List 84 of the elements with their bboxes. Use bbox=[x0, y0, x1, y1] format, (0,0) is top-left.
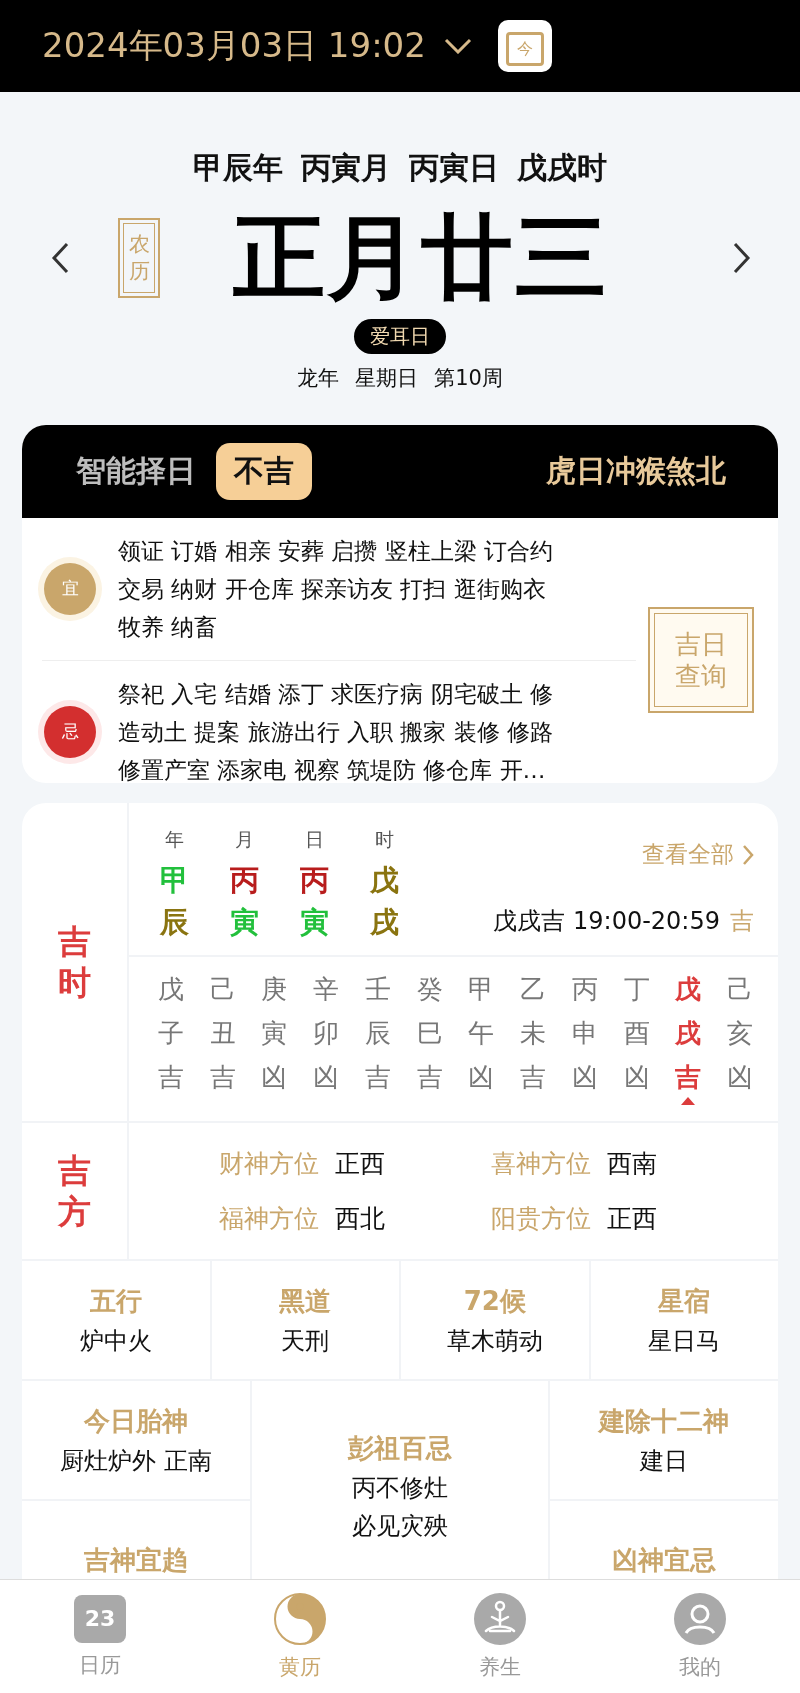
date-time-selector[interactable]: 2024年03月03日 19:02 bbox=[42, 23, 426, 69]
detail-title: 凶神宜忌 bbox=[612, 1543, 717, 1577]
direction-value: 西北 bbox=[335, 1203, 385, 1236]
pillar-label: 月 bbox=[234, 827, 254, 853]
pillar-branch: 戌 bbox=[369, 904, 399, 942]
ganzhi-text: 戊戌时 bbox=[517, 149, 607, 187]
section-label: 吉方 bbox=[58, 1150, 91, 1233]
detail-title: 建除十二神 bbox=[599, 1404, 730, 1438]
current-hour-text: 戊戌吉 19:00-20:59 bbox=[493, 906, 720, 938]
view-all-link[interactable]: 查看全部 bbox=[642, 839, 754, 871]
date-info: 第10周 bbox=[434, 365, 503, 392]
detail-title: 五行 bbox=[89, 1284, 142, 1318]
direction-label: 阳贵方位 bbox=[491, 1203, 591, 1236]
detail-title: 彭祖百忌 bbox=[348, 1432, 452, 1466]
lunar-label: 农历 bbox=[118, 218, 160, 298]
current-hour-luck: 吉 bbox=[730, 906, 754, 938]
pillar-branch: 辰 bbox=[159, 904, 189, 942]
direction-label: 喜神方位 bbox=[491, 1148, 591, 1181]
tab[interactable]: 黄历 bbox=[200, 1580, 400, 1693]
detail-value: 草木萌动 bbox=[446, 1325, 543, 1357]
section-label: 吉时 bbox=[58, 921, 91, 1004]
date-info: 星期日 bbox=[355, 365, 419, 392]
festival-badge: 爱耳日 bbox=[354, 319, 446, 354]
detail-value: 炉中火 bbox=[79, 1325, 152, 1357]
chevron-left-icon bbox=[51, 242, 69, 274]
date-info: 龙年 bbox=[297, 365, 340, 392]
ganzhi-text: 丙寅月 bbox=[301, 149, 391, 187]
pillar-stem: 丙 bbox=[299, 862, 329, 900]
chevron-down-icon[interactable] bbox=[443, 38, 472, 54]
direction-value: 西南 bbox=[607, 1148, 657, 1181]
pillar-branch: 寅 bbox=[299, 904, 329, 942]
detail-title: 吉神宜趋 bbox=[83, 1543, 188, 1577]
direction-value: 正西 bbox=[607, 1203, 657, 1236]
hour-column[interactable]: 乙 未 吉 bbox=[507, 967, 559, 1106]
hour-column[interactable]: 丙 申 凶 bbox=[559, 967, 611, 1106]
hour-column[interactable]: 辛 卯 凶 bbox=[300, 967, 352, 1106]
profile-icon bbox=[674, 1592, 726, 1645]
direction-value: 正西 bbox=[335, 1148, 385, 1181]
calendar-icon: 23 bbox=[74, 1594, 126, 1643]
pillar-label: 日 bbox=[304, 827, 324, 853]
tab[interactable]: 23 日历 bbox=[0, 1580, 200, 1693]
detail-value: 天刑 bbox=[281, 1325, 330, 1357]
meditation-icon bbox=[474, 1592, 526, 1645]
hour-column[interactable]: 丁 酉 凶 bbox=[610, 967, 663, 1106]
pillar-label: 时 bbox=[374, 827, 394, 853]
detail-title: 72候 bbox=[463, 1284, 526, 1318]
clash-text: 虎日冲猴煞北 bbox=[546, 451, 726, 490]
detail-title: 黑道 bbox=[279, 1284, 332, 1318]
pillar-stem: 甲 bbox=[159, 862, 189, 900]
hour-column[interactable]: 戊 子 吉 bbox=[145, 967, 197, 1106]
yin-yang-icon bbox=[274, 1592, 326, 1645]
tab[interactable]: 养生 bbox=[400, 1580, 600, 1693]
detail-value: 建日 bbox=[640, 1445, 689, 1477]
hour-column[interactable]: 己 丑 吉 bbox=[196, 967, 249, 1106]
ganzhi-text: 甲辰年 bbox=[193, 149, 283, 187]
direction-label: 福神方位 bbox=[219, 1203, 319, 1236]
hour-column[interactable]: 己 亥 凶 bbox=[714, 967, 766, 1106]
pillar-label: 年 bbox=[164, 827, 184, 853]
hour-column[interactable]: 癸 巳 吉 bbox=[403, 967, 456, 1106]
pillar-stem: 丙 bbox=[229, 862, 259, 900]
detail-value: 丙不修灶 bbox=[352, 1473, 448, 1505]
pillar-branch: 寅 bbox=[229, 904, 259, 942]
ganzhi-text: 丙寅日 bbox=[409, 149, 499, 187]
hour-column[interactable]: 庚 寅 凶 bbox=[248, 967, 301, 1106]
lunar-date: 正月廿三 bbox=[232, 203, 610, 313]
almanac-activities: 领证 订婚 相亲 安葬 启攒 竖柱上梁 订合约 交易 纳财 开仓库 探亲访友 打扫 逛街购衣 牧养 纳畜 bbox=[118, 536, 553, 642]
detail-value: 必见灾殃 bbox=[352, 1511, 448, 1543]
selected-marker-icon bbox=[681, 1097, 696, 1106]
tab[interactable]: 我的 bbox=[600, 1580, 800, 1693]
detail-title: 今日胎神 bbox=[83, 1404, 188, 1438]
verdict-badge: 不吉 bbox=[216, 442, 312, 500]
hour-column[interactable]: 甲 午 凶 bbox=[455, 967, 508, 1106]
hour-column[interactable]: 壬 辰 吉 bbox=[352, 967, 404, 1106]
chevron-right-icon bbox=[733, 242, 751, 274]
detail-value: 厨灶炉外 正南 bbox=[60, 1445, 212, 1477]
detail-title: 星宿 bbox=[658, 1284, 711, 1318]
almanac-title: 智能择日 bbox=[76, 451, 196, 490]
pillar-stem: 戊 bbox=[369, 862, 399, 900]
today-button[interactable]: 今 bbox=[497, 20, 552, 72]
detail-value: 星日马 bbox=[648, 1325, 721, 1357]
chevron-right-icon bbox=[742, 843, 754, 866]
hour-column[interactable]: 戊 戌 吉 bbox=[662, 967, 715, 1106]
direction-label: 财神方位 bbox=[219, 1148, 319, 1181]
almanac-activities: 祭祀 入宅 结婚 添丁 求医疗病 阴宅破土 修 造动土 提案 旅游出行 入职 搬家 装修 修路 修置产室 添家电 视察 筑堤防 修仓库 开… bbox=[118, 679, 553, 784]
